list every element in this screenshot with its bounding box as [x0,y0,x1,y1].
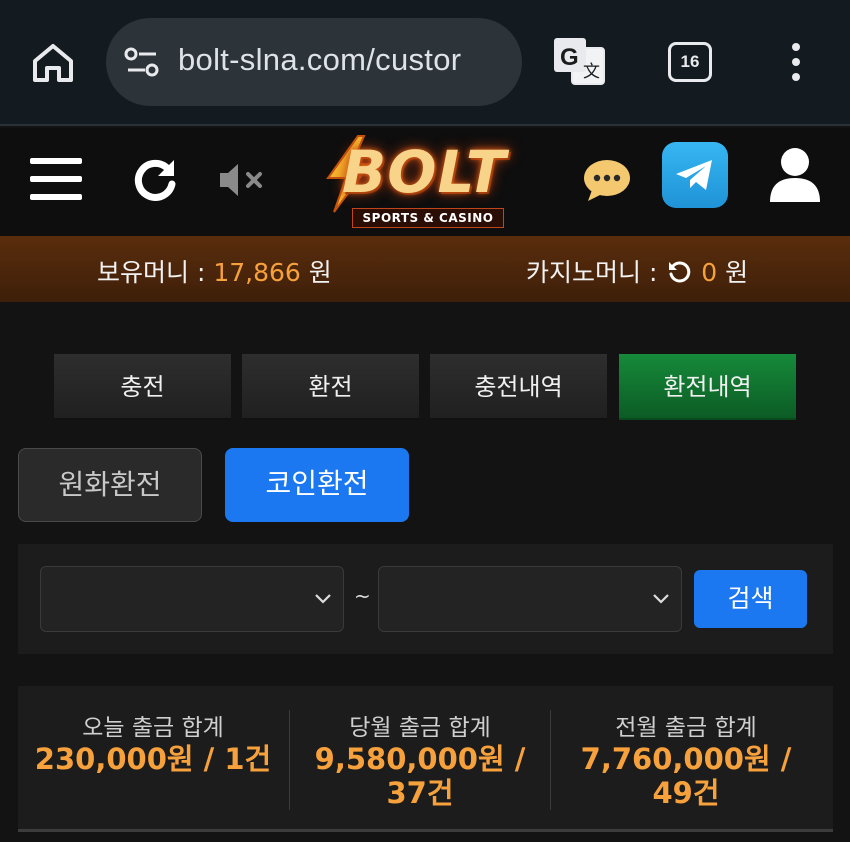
casino-money-label: 카지노머니 : [526,258,666,287]
hold-money-value: 17,866 [213,258,301,287]
casino-money-refresh-icon[interactable] [667,260,691,284]
site-info-icon[interactable] [124,46,160,78]
home-icon[interactable] [30,40,76,86]
withdraw-summary: 오늘 출금 합계 230,000원 / 1건 당월 출금 합계 9,580,00… [18,686,833,832]
casino-money: 카지노머니 : 0 원 [526,253,748,289]
site-logo[interactable]: BOLT SPORTS & CASINO [320,134,536,230]
search-button[interactable]: 검색 [694,570,807,628]
telegram-button[interactable] [662,142,728,208]
url-text[interactable]: bolt-slna.com/custor [178,42,461,78]
browser-toolbar: bolt-slna.com/custor G 文 16 [0,0,850,126]
logo-subtitle: SPORTS & CASINO [352,208,504,228]
hamburger-menu-icon[interactable] [30,158,82,200]
refresh-icon[interactable] [130,156,180,206]
casino-money-unit: 원 [717,258,749,287]
hold-money: 보유머니 : 17,866 원 [97,253,332,289]
site-header: BOLT SPORTS & CASINO [0,128,850,236]
subtab-coin-withdraw[interactable]: 코인환전 [225,448,409,522]
summary-label: 당월 출금 합계 [349,715,491,741]
subtab-krw-withdraw[interactable]: 원화환전 [18,448,202,522]
tab-withdraw[interactable]: 환전 [242,354,419,420]
logo-text: BOLT [342,138,507,206]
summary-this-month: 당월 출금 합계 9,580,000원 / 37건 [290,686,550,832]
more-vert-icon[interactable] [786,42,806,82]
svg-text:文: 文 [583,62,600,82]
tab-switcher-button[interactable]: 16 [668,42,712,82]
chevron-down-icon [653,594,669,604]
start-date-select[interactable] [40,566,344,632]
tab-withdraw-history[interactable]: 환전내역 [619,354,796,420]
summary-value: 9,580,000원 / 37건 [314,742,526,810]
casino-money-value: 0 [701,258,718,287]
tab-deposit-history[interactable]: 충전내역 [430,354,607,420]
tab-count: 16 [680,52,700,71]
balance-bar: 보유머니 : 17,866 원 카지노머니 : 0 원 [0,236,850,302]
telegram-icon [676,160,712,190]
translate-icon[interactable]: G 文 [552,34,608,90]
chat-bubble-icon[interactable] [582,158,632,202]
summary-today: 오늘 출금 합계 230,000원 / 1건 [18,686,288,832]
tab-deposit[interactable]: 충전 [54,354,231,420]
summary-label: 전월 출금 합계 [615,715,757,741]
svg-text:G: G [560,44,579,71]
hold-money-unit: 원 [300,258,332,287]
user-profile-icon[interactable] [768,146,822,204]
main-tabs: 충전 환전 충전내역 환전내역 [54,354,796,420]
url-bar[interactable]: bolt-slna.com/custor [106,18,522,106]
sound-mute-icon[interactable] [218,160,268,200]
chevron-down-icon [315,594,331,604]
summary-label: 오늘 출금 합계 [82,715,224,741]
hold-money-label: 보유머니 : [97,258,214,287]
summary-last-month: 전월 출금 합계 7,760,000원 / 49건 [551,686,821,832]
end-date-select[interactable] [378,566,682,632]
date-search-panel: ~ 검색 [18,544,833,654]
date-range-separator: ~ [354,584,371,608]
summary-value: 230,000원 / 1건 [34,742,272,776]
summary-value: 7,760,000원 / 49건 [580,742,792,810]
